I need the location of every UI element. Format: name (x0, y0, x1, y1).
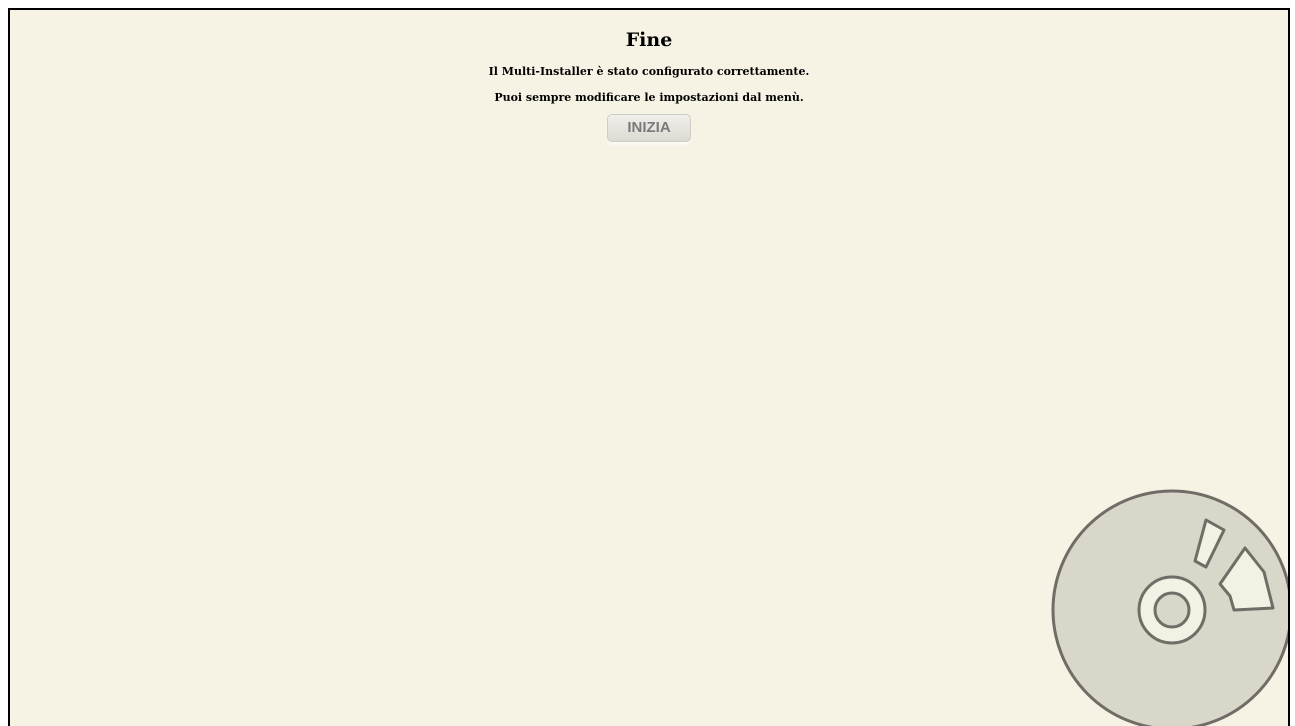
installer-window: Fine Il Multi-Installer è stato configur… (8, 8, 1290, 726)
success-message: Il Multi-Installer è stato configurato c… (488, 65, 810, 78)
disc-icon (1051, 489, 1288, 726)
start-button[interactable]: INIZIA (607, 114, 691, 142)
finish-panel: Fine Il Multi-Installer è stato configur… (10, 10, 1288, 142)
page-title: Fine (625, 29, 673, 51)
settings-hint-message: Puoi sempre modificare le impostazioni d… (494, 91, 804, 104)
